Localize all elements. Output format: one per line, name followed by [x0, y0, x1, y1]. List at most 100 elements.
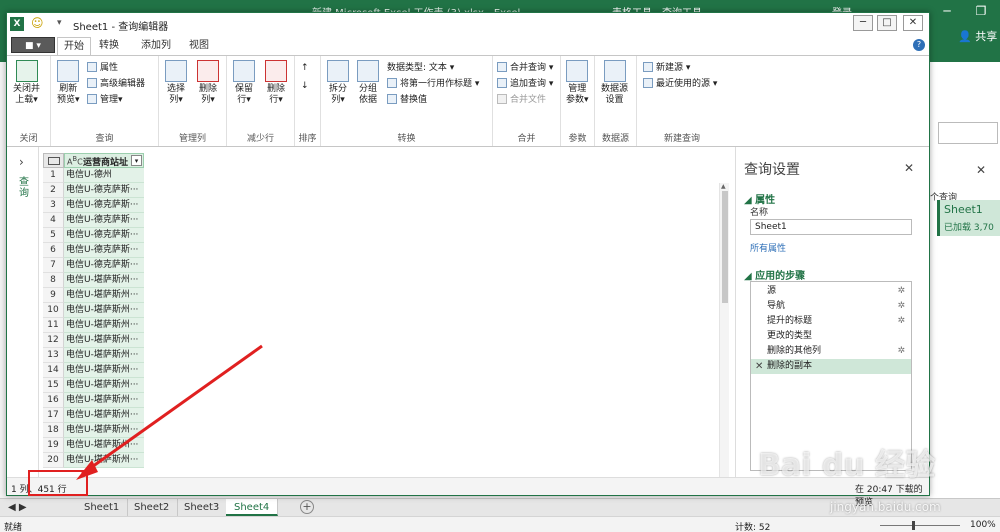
table-cell[interactable]: 电信U-堪萨斯州···	[64, 273, 144, 288]
properties-section-title[interactable]: ◢ 属性	[744, 191, 775, 206]
sheet-tab-3[interactable]: Sheet3	[176, 499, 229, 516]
help-icon[interactable]: ?	[913, 39, 925, 51]
table-cell[interactable]: 电信U-德州	[64, 168, 144, 183]
close-and-load-button[interactable]: 关闭并 上载▾	[13, 60, 40, 106]
table-row[interactable]: 17 电信U-堪萨斯州···	[43, 408, 144, 423]
recent-sources-button[interactable]: 最近使用的源 ▾	[643, 78, 717, 91]
table-row[interactable]: 12 电信U-堪萨斯州···	[43, 333, 144, 348]
manage-button[interactable]: 管理▾	[87, 94, 123, 107]
table-cell[interactable]: 电信U-德克萨斯···	[64, 228, 144, 243]
maximize-button[interactable]: □	[877, 15, 897, 31]
share-button[interactable]: 👤 共享	[958, 28, 997, 44]
table-row[interactable]: 3 电信U-德克萨斯···	[43, 198, 144, 213]
table-row[interactable]: 20 电信U-堪萨斯州···	[43, 453, 144, 468]
table-cell[interactable]: 电信U-德克萨斯···	[64, 213, 144, 228]
use-first-row-as-header-button[interactable]: 将第一行用作标题 ▾	[387, 78, 479, 91]
formula-bar-box[interactable]	[938, 122, 998, 144]
applied-step[interactable]: 删除的其他列 ✲	[751, 344, 911, 359]
table-menu-button[interactable]	[43, 153, 64, 168]
table-cell[interactable]: 电信U-堪萨斯州···	[64, 378, 144, 393]
table-row[interactable]: 14 电信U-堪萨斯州···	[43, 363, 144, 378]
table-row[interactable]: 7 电信U-德克萨斯···	[43, 258, 144, 273]
tab-view[interactable]: 视图	[183, 37, 215, 55]
applied-steps-section-title[interactable]: ◢ 应用的步骤	[744, 267, 805, 282]
replace-values-button[interactable]: 替换值	[387, 94, 427, 107]
query-card[interactable]: Sheet1 已加载 3,70	[937, 200, 1000, 236]
applied-step[interactable]: 源 ✲	[751, 284, 911, 299]
all-properties-link[interactable]: 所有属性	[750, 241, 786, 254]
table-row[interactable]: 2 电信U-德克萨斯···	[43, 183, 144, 198]
manage-parameters-button[interactable]: 管理 参数▾	[566, 60, 589, 106]
tab-home[interactable]: 开始	[57, 37, 91, 55]
table-row[interactable]: 11 电信U-堪萨斯州···	[43, 318, 144, 333]
delete-step-icon[interactable]: ✕	[755, 359, 763, 374]
table-cell[interactable]: 电信U-堪萨斯州···	[64, 303, 144, 318]
applied-step[interactable]: 导航 ✲	[751, 299, 911, 314]
step-settings-gear-icon[interactable]: ✲	[897, 344, 905, 359]
table-cell[interactable]: 电信U-堪萨斯州···	[64, 333, 144, 348]
table-row[interactable]: 18 电信U-堪萨斯州···	[43, 423, 144, 438]
table-cell[interactable]: 电信U-堪萨斯州···	[64, 408, 144, 423]
column-header[interactable]: ABC 运营商站址 ▾	[64, 153, 144, 168]
step-settings-gear-icon[interactable]: ✲	[897, 299, 905, 314]
table-row[interactable]: 10 电信U-堪萨斯州···	[43, 303, 144, 318]
properties-button[interactable]: 属性	[87, 62, 118, 75]
table-row[interactable]: 16 电信U-堪萨斯州···	[43, 393, 144, 408]
table-row[interactable]: 9 电信U-堪萨斯州···	[43, 288, 144, 303]
zoom-slider-handle[interactable]	[912, 521, 915, 530]
combine-files-button[interactable]: 合并文件	[497, 94, 546, 107]
table-row[interactable]: 1 电信U-德州	[43, 168, 144, 183]
table-row[interactable]: 13 电信U-堪萨斯州···	[43, 348, 144, 363]
remove-rows-button[interactable]: 删除 行▾	[265, 60, 287, 106]
table-cell[interactable]: 电信U-堪萨斯州···	[64, 363, 144, 378]
quick-access-dropdown-icon[interactable]: ▾	[57, 18, 62, 28]
tab-transform[interactable]: 转换	[93, 37, 125, 55]
table-cell[interactable]: 电信U-堪萨斯州···	[64, 288, 144, 303]
expand-chevron-icon[interactable]: ›	[19, 155, 24, 169]
table-row[interactable]: 15 电信U-堪萨斯州···	[43, 378, 144, 393]
new-source-button[interactable]: 新建源 ▾	[643, 62, 690, 75]
table-row[interactable]: 5 电信U-德克萨斯···	[43, 228, 144, 243]
filter-dropdown-icon[interactable]: ▾	[131, 155, 142, 166]
tab-add-column[interactable]: 添加列	[135, 37, 177, 55]
close-icon[interactable]: ✕	[976, 163, 986, 177]
applied-step[interactable]: 提升的标题 ✲	[751, 314, 911, 329]
step-settings-gear-icon[interactable]: ✲	[897, 314, 905, 329]
minimize-button[interactable]: ─	[853, 15, 873, 31]
close-window-button[interactable]: ✕	[903, 15, 923, 31]
sort-descending-button[interactable]: ↓	[301, 80, 309, 93]
excel-minimize-button[interactable]: ─	[930, 0, 964, 22]
table-row[interactable]: 19 电信U-堪萨斯州···	[43, 438, 144, 453]
table-cell[interactable]: 电信U-堪萨斯州···	[64, 393, 144, 408]
table-cell[interactable]: 电信U-德克萨斯···	[64, 183, 144, 198]
keep-rows-button[interactable]: 保留 行▾	[233, 60, 255, 106]
table-cell[interactable]: 电信U-德克萨斯···	[64, 198, 144, 213]
refresh-preview-button[interactable]: 刷新 预览▾	[57, 60, 80, 106]
table-row[interactable]: 8 电信U-堪萨斯州···	[43, 273, 144, 288]
file-menu-button[interactable]: ■ ▾	[11, 37, 55, 53]
queries-nav-label[interactable]: 查询	[19, 177, 31, 199]
sheet-nav-arrows[interactable]: ◀ ▶	[0, 499, 70, 516]
table-cell[interactable]: 电信U-德克萨斯···	[64, 243, 144, 258]
remove-columns-button[interactable]: 删除 列▾	[197, 60, 219, 106]
sheet-tab-4[interactable]: Sheet4	[226, 499, 279, 516]
merge-queries-button[interactable]: 合并查询 ▾	[497, 62, 553, 75]
table-cell[interactable]: 电信U-堪萨斯州···	[64, 453, 144, 468]
append-queries-button[interactable]: 追加查询 ▾	[497, 78, 553, 91]
sheet-tab-1[interactable]: Sheet1	[76, 499, 129, 516]
table-cell[interactable]: 电信U-堪萨斯州···	[64, 438, 144, 453]
sort-ascending-button[interactable]: ↑	[301, 62, 309, 75]
choose-columns-button[interactable]: 选择 列▾	[165, 60, 187, 106]
table-cell[interactable]: 电信U-堪萨斯州···	[64, 348, 144, 363]
zoom-slider-track[interactable]	[880, 525, 960, 526]
text-type-icon[interactable]: ABC	[67, 155, 83, 167]
step-settings-gear-icon[interactable]: ✲	[897, 284, 905, 299]
scrollbar-thumb[interactable]	[722, 191, 728, 303]
applied-step[interactable]: ✕ 删除的副本	[751, 359, 911, 374]
vertical-scrollbar[interactable]: ▲ ▼	[719, 183, 729, 487]
smiley-feedback-icon[interactable]: ☺	[31, 16, 44, 30]
applied-step[interactable]: 更改的类型	[751, 329, 911, 344]
add-sheet-icon[interactable]: +	[300, 500, 314, 514]
split-column-button[interactable]: 拆分 列▾	[327, 60, 349, 106]
group-by-button[interactable]: 分组 依据	[357, 60, 379, 106]
